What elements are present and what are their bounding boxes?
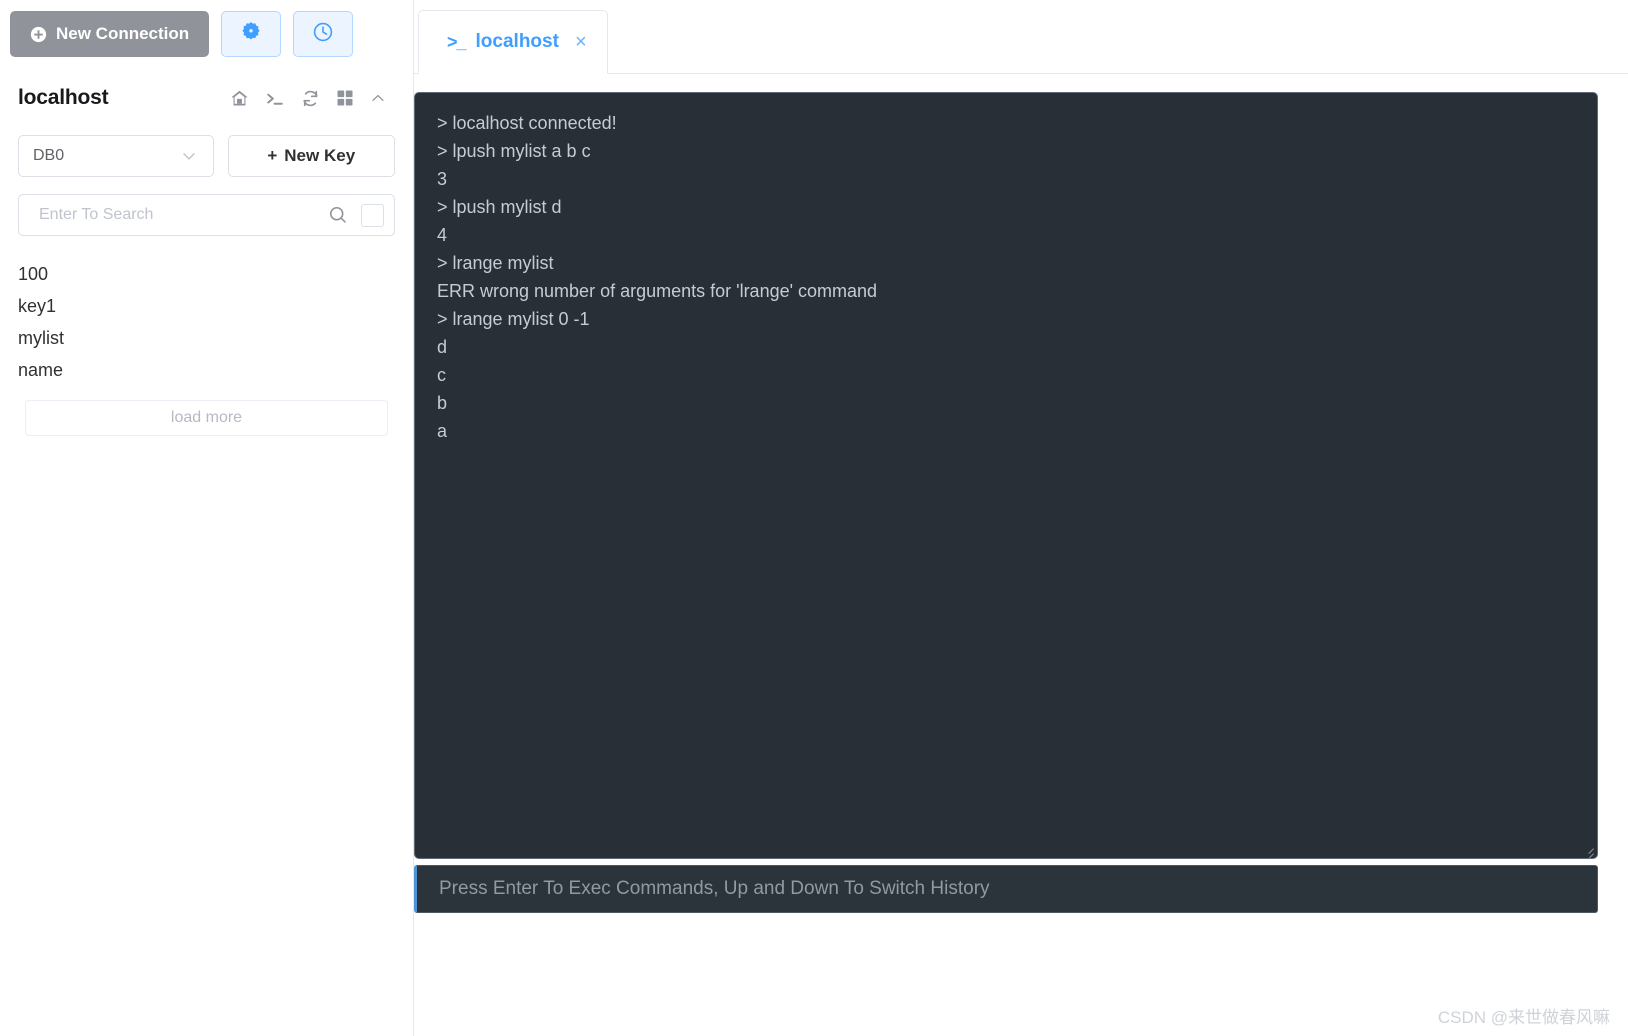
history-button[interactable] bbox=[293, 11, 354, 57]
resize-grip-icon bbox=[1582, 843, 1594, 855]
chevron-down-icon bbox=[179, 146, 199, 166]
terminal-line: c bbox=[437, 365, 446, 385]
refresh-icon[interactable] bbox=[300, 88, 321, 109]
search-exact-checkbox[interactable] bbox=[361, 203, 384, 227]
clock-icon bbox=[311, 20, 335, 49]
settings-button[interactable] bbox=[221, 11, 282, 57]
db-select-value: DB0 bbox=[33, 147, 65, 164]
connection-toolbar: New Connection bbox=[0, 0, 413, 57]
db-select[interactable]: DB0 bbox=[18, 135, 214, 177]
search-input[interactable] bbox=[37, 205, 327, 225]
terminal-line: > lpush mylist d bbox=[437, 197, 562, 217]
watermark: CSDN @来世做春风嘛 bbox=[1437, 1008, 1610, 1027]
terminal-line: > lpush mylist a b c bbox=[437, 141, 591, 161]
tab-bar: >_ localhost × bbox=[414, 0, 1628, 74]
connection-name: localhost bbox=[18, 86, 109, 109]
grid-icon[interactable] bbox=[335, 88, 355, 108]
load-more-button[interactable]: load more bbox=[25, 400, 388, 436]
terminal-line: 3 bbox=[437, 169, 448, 189]
terminal-output[interactable]: > localhost connected! > lpush mylist a … bbox=[414, 92, 1598, 859]
command-input-wrapper bbox=[414, 865, 1598, 913]
list-item[interactable]: key1 bbox=[18, 290, 395, 322]
search-icon[interactable] bbox=[327, 204, 349, 226]
new-connection-label: New Connection bbox=[56, 24, 190, 43]
list-item[interactable]: mylist bbox=[18, 322, 395, 354]
app-root: New Connection localhost DB0 + New Key E… bbox=[0, 0, 1628, 1036]
terminal-line: > lrange mylist bbox=[437, 253, 554, 273]
main-panel: >_ localhost × > localhost connected! > … bbox=[414, 0, 1628, 1036]
list-item[interactable]: name bbox=[18, 354, 395, 386]
new-connection-button[interactable]: New Connection bbox=[10, 11, 210, 57]
chevron-up-icon[interactable] bbox=[369, 89, 387, 107]
terminal-icon: >_ bbox=[447, 31, 467, 52]
command-input[interactable] bbox=[437, 877, 1597, 901]
terminal-panel: > localhost connected! > lpush mylist a … bbox=[414, 74, 1598, 1036]
terminal-icon[interactable] bbox=[264, 88, 286, 109]
terminal-line: a bbox=[437, 421, 448, 441]
new-key-button[interactable]: + New Key bbox=[227, 135, 395, 177]
plus-icon: + bbox=[267, 146, 278, 165]
tab-localhost[interactable]: >_ localhost × bbox=[418, 10, 608, 74]
new-key-label: New Key bbox=[284, 146, 356, 165]
terminal-line: > lrange mylist 0 -1 bbox=[437, 309, 590, 329]
tab-label: localhost bbox=[475, 31, 559, 52]
terminal-line: 4 bbox=[437, 225, 448, 245]
terminal-line: ERR wrong number of arguments for 'lrang… bbox=[437, 281, 878, 301]
connection-header-icons bbox=[229, 88, 387, 109]
terminal-line: b bbox=[437, 393, 448, 413]
home-icon[interactable] bbox=[229, 88, 250, 109]
connection-header: localhost bbox=[0, 81, 413, 115]
search-bar bbox=[18, 194, 395, 236]
terminal-line: d bbox=[437, 337, 448, 357]
list-item[interactable]: 100 bbox=[18, 258, 395, 290]
terminal-line: > localhost connected! bbox=[437, 113, 617, 133]
db-row: DB0 + New Key bbox=[0, 135, 413, 177]
plus-circle-icon bbox=[30, 26, 47, 43]
sidebar: New Connection localhost DB0 + New Key E… bbox=[0, 0, 413, 1036]
gear-icon bbox=[239, 20, 263, 49]
key-list: 100 key1 mylist name load more bbox=[0, 258, 413, 436]
close-icon[interactable]: × bbox=[575, 32, 587, 52]
